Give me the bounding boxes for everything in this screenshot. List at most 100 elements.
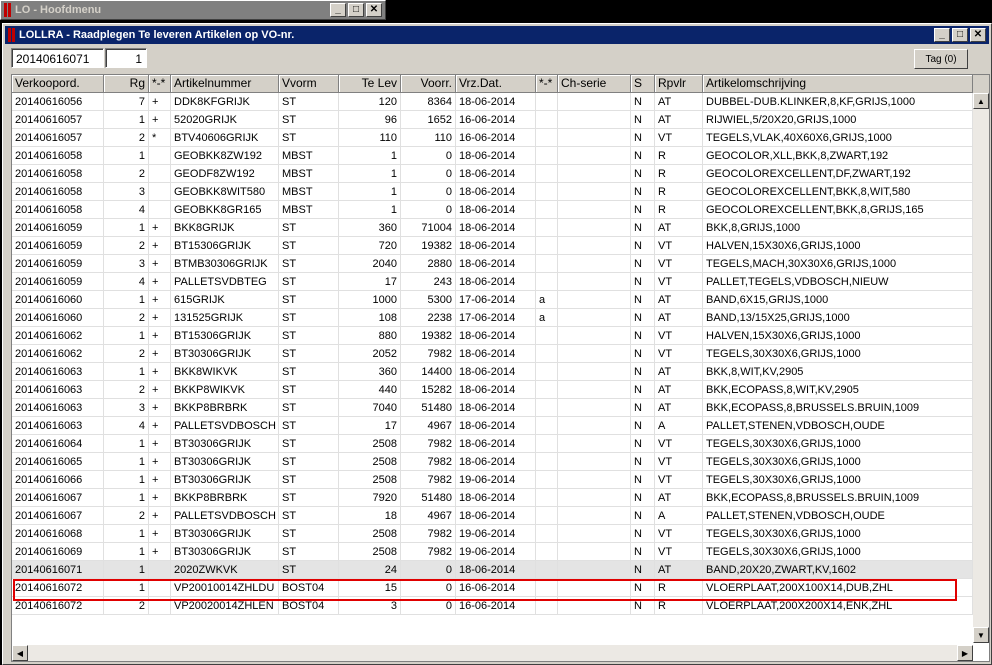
col-verkoopord-cell: 20140616058 — [12, 165, 104, 183]
table-row[interactable]: 20140616060 1 +615GRIJK ST 1000 5300 17-06-201… — [12, 291, 973, 309]
table-row[interactable]: 20140616069 1 + BT30306GRIJK ST 2508 7982 19-06… — [12, 543, 973, 561]
col-rg-header[interactable]: Rg — [104, 75, 149, 93]
table-row[interactable]: 20140616065 1 + BT30306GRIJK ST 2508 7982 18-06… — [12, 453, 973, 471]
col-flag-header[interactable]: *-* — [149, 75, 171, 93]
col-artikelnummer-cell: BKK8WIKVK — [171, 363, 279, 381]
minimize-icon[interactable]: _ — [934, 28, 950, 42]
col-verkoopord-cell: 20140616056 — [12, 93, 104, 111]
main-menu-titlebar[interactable]: LO - Hoofdmenu _ □ ✕ — [1, 1, 385, 19]
table-row[interactable]: 20140616064 1 + BT30306GRIJK ST 2508 7982 18-06… — [12, 435, 973, 453]
grid-rows[interactable]: 20140616056 7 + DDK8KFGRIJK ST 120 8364 18-06-2… — [12, 93, 973, 615]
table-row[interactable]: 20140616072 1 VP20010014ZHLDU BOST04 15 0 16-0… — [12, 579, 973, 597]
col-te-lev-cell: 1000 — [339, 291, 401, 309]
col-vvorm-cell: ST — [279, 237, 339, 255]
minimize-icon[interactable]: _ — [330, 3, 346, 17]
table-row[interactable]: 20140616057 1 +52020GRIJK ST 96 1652 16-06-201… — [12, 111, 973, 129]
col-flag-cell: + — [149, 255, 171, 273]
col-flag2-header[interactable]: *-* — [536, 75, 558, 93]
table-row[interactable]: 20140616068 1 + BT30306GRIJK ST 2508 7982 19-06… — [12, 525, 973, 543]
table-row[interactable]: 20140616059 2 + BT15306GRIJK ST 720 19382 18-06… — [12, 237, 973, 255]
maximize-icon[interactable]: □ — [952, 28, 968, 42]
col-artikelnummer-cell: PALLETSVDBOSCH — [171, 507, 279, 525]
table-row[interactable]: 20140616058 1 GEOBKK8ZW192 MBST 1 0 18-06-2014… — [12, 147, 973, 165]
table-row[interactable]: 20140616066 1 + BT30306GRIJK ST 2508 7982 19-06… — [12, 471, 973, 489]
col-ch-serie-header[interactable]: Ch-serie — [558, 75, 631, 93]
col-vvorm-cell: MBST — [279, 165, 339, 183]
col-voorr-header[interactable]: Voorr. — [401, 75, 456, 93]
main-menu-window[interactable]: LO - Hoofdmenu _ □ ✕ — [0, 0, 386, 20]
table-row[interactable]: 20140616057 2 * BTV40606GRIJK ST 110 110 16-06-… — [12, 129, 973, 147]
col-verkoopord-cell: 20140616057 — [12, 111, 104, 129]
col-s-header[interactable]: S — [631, 75, 655, 93]
articles-grid[interactable]: Verkoopord. Rg *-* Artikelnummer Vvorm Te Lev… — [11, 74, 990, 662]
tag-button[interactable]: Tag (0) — [914, 49, 968, 69]
col-flag-cell: + — [149, 309, 171, 327]
col-vrz-dat-header[interactable]: Vrz.Dat. — [456, 75, 536, 93]
selected-table-row[interactable]: 20140616071 1 2020ZWKVK ST 24 0 18-06-2014 N AT B… — [12, 561, 973, 579]
vertical-scrollbar[interactable]: ▲ ▼ — [973, 93, 989, 643]
col-artikelomschrijving-header[interactable]: Artikelomschrijving — [703, 75, 973, 93]
scroll-right-icon[interactable]: ▶ — [957, 645, 973, 661]
col-flag-cell: + — [149, 219, 171, 237]
col-artikelnummer-cell: VP20010014ZHLDU — [171, 579, 279, 597]
table-row[interactable]: 20140616062 1 + BT15306GRIJK ST 880 19382 18-06… — [12, 327, 973, 345]
table-row[interactable]: 20140616058 2 GEODF8ZW192 MBST 1 0 18-06-2014 N… — [12, 165, 973, 183]
table-row[interactable]: 20140616063 2 + BKKP8WIKVK ST 440 15282 18-06-2… — [12, 381, 973, 399]
scroll-left-icon[interactable]: ◀ — [12, 645, 28, 661]
col-flag2-cell — [536, 399, 558, 417]
col-verkoopord-header[interactable]: Verkoopord. — [12, 75, 104, 93]
table-row[interactable]: 20140616062 2 + BT30306GRIJK ST 2052 7982 18-06… — [12, 345, 973, 363]
col-flag-cell — [149, 147, 171, 165]
table-row[interactable]: 20140616072 2 VP20020014ZHLEN BOST04 3 0 16-06… — [12, 597, 973, 615]
col-rg-cell: 2 — [104, 597, 149, 615]
table-row[interactable]: 20140616067 2 + PALLETSVDBOSCH ST 18 4967 18-06… — [12, 507, 973, 525]
col-flag2-cell — [536, 543, 558, 561]
table-row[interactable]: 20140616060 2 +131525GRIJK ST 108 2238 17-06-2… — [12, 309, 973, 327]
col-verkoopord-cell: 20140616069 — [12, 543, 104, 561]
col-artikelomschrijving-cell: TEGELS,30X30X6,GRIJS,1000 — [703, 471, 973, 489]
table-row[interactable]: 20140616059 1 + BKK8GRIJK ST 360 71004 18-06-20… — [12, 219, 973, 237]
col-vvorm-cell: ST — [279, 453, 339, 471]
col-rg-cell: 2 — [104, 507, 149, 525]
table-row[interactable]: 20140616058 3 GEOBKK8WIT580 MBST 1 0 18-06-201… — [12, 183, 973, 201]
col-voorr-cell: 7982 — [401, 435, 456, 453]
table-row[interactable]: 20140616059 3 + BTMB30306GRIJK ST 2040 2880 18-… — [12, 255, 973, 273]
col-vrz-dat-cell: 17-06-2014 — [456, 291, 536, 309]
table-row[interactable]: 20140616058 4 GEOBKK8GR165 MBST 1 0 18-06-2014… — [12, 201, 973, 219]
lollra-window[interactable]: LOLLRA - Raadplegen Te leveren Artikelen… — [2, 23, 992, 665]
order-number-input[interactable]: 20140616071 — [11, 48, 104, 68]
table-row[interactable]: 20140616059 4 + PALLETSVDBTEG ST 17 243 18-06-2… — [12, 273, 973, 291]
lollra-titlebar[interactable]: LOLLRA - Raadplegen Te leveren Artikelen… — [5, 26, 989, 44]
close-icon[interactable]: ✕ — [970, 28, 986, 42]
sequence-input[interactable]: 1 — [105, 48, 147, 68]
col-te-lev-header[interactable]: Te Lev — [339, 75, 401, 93]
scroll-up-icon[interactable]: ▲ — [973, 93, 989, 109]
col-rg-cell: 2 — [104, 309, 149, 327]
col-voorr-cell: 7982 — [401, 453, 456, 471]
col-rpvlr-header[interactable]: Rpvlr — [655, 75, 703, 93]
col-rpvlr-cell: VT — [655, 345, 703, 363]
maximize-icon[interactable]: □ — [348, 3, 364, 17]
table-row[interactable]: 20140616063 4 + PALLETSVDBOSCH ST 17 4967 18-06… — [12, 417, 973, 435]
col-vvorm-header[interactable]: Vvorm — [279, 75, 339, 93]
table-row[interactable]: 20140616063 3 + BKKP8BRBRK ST 7040 51480 18-06-… — [12, 399, 973, 417]
col-flag-cell — [149, 183, 171, 201]
close-icon[interactable]: ✕ — [366, 3, 382, 17]
table-row[interactable]: 20140616056 7 + DDK8KFGRIJK ST 120 8364 18-06-2… — [12, 93, 973, 111]
col-vrz-dat-cell: 18-06-2014 — [456, 219, 536, 237]
col-voorr-cell: 19382 — [401, 327, 456, 345]
col-s-cell: N — [631, 453, 655, 471]
scroll-down-icon[interactable]: ▼ — [973, 627, 989, 643]
col-rg-cell: 1 — [104, 327, 149, 345]
col-artikelnummer-header[interactable]: Artikelnummer — [171, 75, 279, 93]
table-row[interactable]: 20140616063 1 + BKK8WIKVK ST 360 14400 18-06-20… — [12, 363, 973, 381]
col-vrz-dat-cell: 18-06-2014 — [456, 453, 536, 471]
main-menu-title: LO - Hoofdmenu — [15, 4, 102, 16]
col-flag2-cell — [536, 147, 558, 165]
horizontal-scrollbar[interactable]: ◀ ▶ — [12, 645, 973, 661]
col-flag2-cell — [536, 381, 558, 399]
col-vrz-dat-cell: 17-06-2014 — [456, 309, 536, 327]
col-flag2-cell — [536, 489, 558, 507]
table-row[interactable]: 20140616067 1 + BKKP8BRBRK ST 7920 51480 18-06-… — [12, 489, 973, 507]
col-voorr-cell: 7982 — [401, 525, 456, 543]
